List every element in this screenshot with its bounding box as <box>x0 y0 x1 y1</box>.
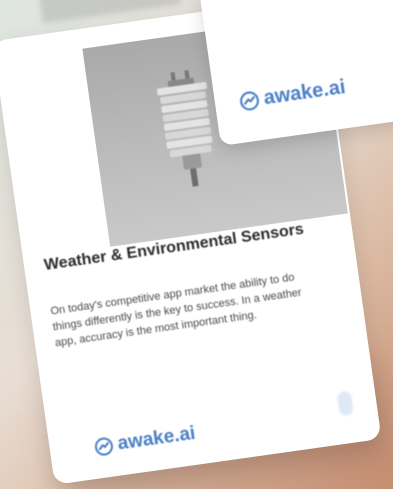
top-brand-link[interactable]: awake.ai <box>238 76 347 114</box>
brand-name: awake.ai <box>116 422 197 455</box>
awake-logo-icon <box>238 89 262 113</box>
background-scene: Weather & Environmental Sensors On today… <box>0 0 393 489</box>
awake-logo-icon <box>93 435 116 458</box>
card-description: On today's competitive app market the ab… <box>49 271 303 350</box>
bookmark-icon[interactable] <box>336 390 354 417</box>
brand-link[interactable]: awake.ai <box>93 423 197 459</box>
top-brand-name: awake.ai <box>262 76 347 110</box>
top-card[interactable]: awake.ai <box>197 0 393 146</box>
